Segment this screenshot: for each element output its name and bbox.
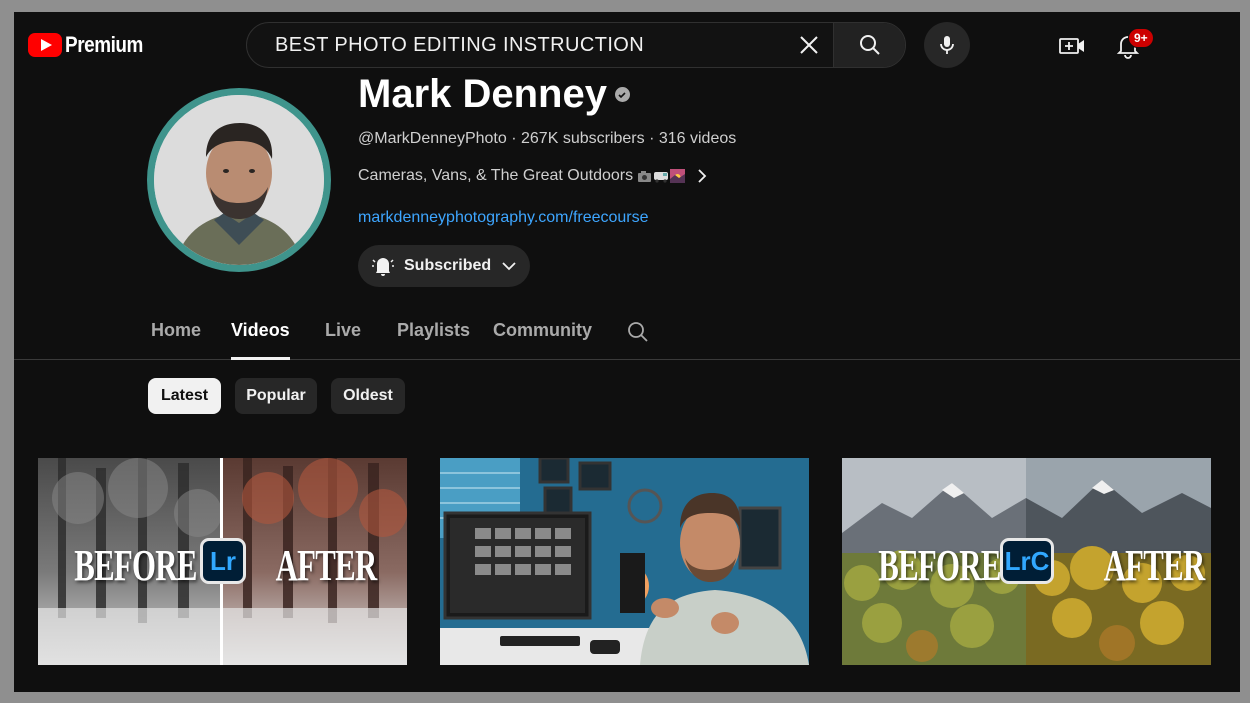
before-label: BEFORE — [74, 541, 197, 590]
channel-meta: @MarkDenneyPhoto · 267K subscribers · 31… — [358, 130, 736, 148]
description-text: Cameras, Vans, & The Great Outdoors — [358, 167, 634, 184]
voice-search-button[interactable] — [924, 22, 970, 68]
channel-avatar[interactable] — [147, 88, 331, 272]
avatar-photo — [154, 95, 324, 265]
channel-name-text: Mark Denney — [358, 72, 607, 116]
chevron-right-icon[interactable] — [697, 168, 707, 184]
channel-search-button[interactable] — [626, 320, 650, 349]
clear-search-button[interactable] — [785, 23, 833, 67]
search-input[interactable] — [247, 23, 785, 67]
verified-check-icon — [614, 87, 630, 102]
search-icon — [859, 35, 880, 55]
tab-home[interactable]: Home — [151, 320, 201, 360]
channel-link[interactable]: markdenneyphotography.com/freecourse — [358, 209, 649, 227]
bell-ringing-icon — [372, 258, 394, 276]
notification-badge: 9+ — [1128, 28, 1154, 48]
meta-separator: · — [649, 130, 659, 147]
camera-emoji-icon — [638, 171, 652, 182]
tab-videos[interactable]: Videos — [231, 320, 290, 360]
after-label: AFTER — [1103, 541, 1206, 590]
subscribed-label: Subscribed — [404, 257, 492, 274]
tab-playlists[interactable]: Playlists — [397, 320, 470, 360]
thumbnail-image — [440, 458, 809, 665]
lightroom-logo: Lr — [200, 538, 246, 584]
video-count: 316 videos — [658, 130, 737, 147]
logo-text: Premium — [65, 32, 143, 57]
sunset-emoji-icon — [670, 169, 686, 183]
youtube-premium-logo[interactable]: Premium — [28, 32, 156, 58]
chevron-down-icon — [501, 261, 517, 271]
youtube-channel-page: Premium 9+ — [14, 12, 1240, 692]
channel-description[interactable]: Cameras, Vans, & The Great Outdoors — [358, 167, 707, 185]
search-bar — [246, 22, 906, 68]
search-button[interactable] — [833, 23, 905, 67]
meta-separator: · — [511, 130, 521, 147]
van-emoji-icon — [654, 172, 669, 183]
tab-community[interactable]: Community — [493, 320, 592, 360]
filter-popular[interactable]: Popular — [235, 378, 317, 414]
description-emoji — [637, 169, 686, 183]
video-thumbnail-1[interactable]: BEFORE AFTER Lr — [38, 458, 407, 665]
close-icon — [800, 36, 818, 54]
before-label: BEFORE — [878, 541, 1001, 590]
filter-latest[interactable]: Latest — [148, 378, 221, 414]
youtube-play-icon — [28, 33, 62, 57]
lightroom-classic-logo: LrC — [1000, 538, 1054, 584]
channel-name: Mark Denney — [358, 72, 630, 117]
microphone-icon — [940, 36, 954, 54]
channel-tabs: Home Videos Live Playlists Community — [14, 308, 1240, 360]
video-thumbnail-2[interactable] — [440, 458, 809, 665]
channel-handle: @MarkDenneyPhoto — [358, 130, 507, 147]
subscriber-count: 267K subscribers — [521, 130, 645, 147]
create-button[interactable] — [1056, 30, 1088, 62]
subscribed-button[interactable]: Subscribed — [358, 245, 530, 287]
tab-live[interactable]: Live — [325, 320, 361, 360]
after-label: AFTER — [275, 541, 378, 590]
video-plus-icon — [1059, 38, 1084, 54]
video-thumbnail-3[interactable]: BEFORE AFTER LrC — [842, 458, 1211, 665]
filter-oldest[interactable]: Oldest — [331, 378, 405, 414]
search-icon — [628, 322, 648, 342]
